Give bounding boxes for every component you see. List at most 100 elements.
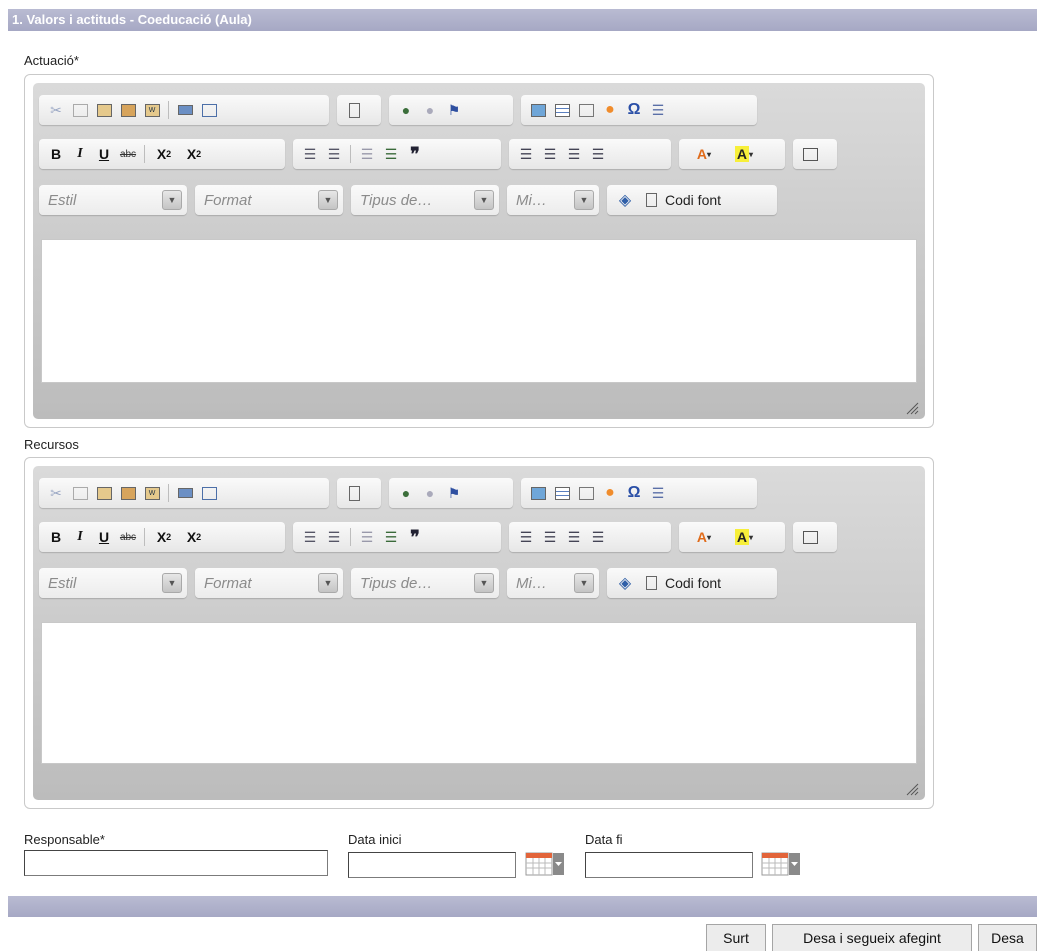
resize-grip-icon[interactable]	[905, 782, 919, 796]
font-combo[interactable]: Tipus de… ▼	[351, 185, 499, 215]
unlink-icon[interactable]: ●	[418, 482, 442, 504]
superscript-icon[interactable]: X2	[179, 143, 209, 165]
background-color-icon[interactable]: A ▾	[724, 526, 764, 548]
bulleted-list-icon[interactable]: ☰	[322, 143, 346, 165]
exit-button[interactable]: Surt	[706, 924, 766, 951]
outdent-icon[interactable]: ☰	[355, 143, 379, 165]
align-center-icon[interactable]: ☰	[538, 526, 562, 548]
indent-icon[interactable]: ☰	[379, 143, 403, 165]
superscript-icon[interactable]: X2	[179, 526, 209, 548]
bold-icon[interactable]: B	[44, 526, 68, 548]
anchor-flag-icon[interactable]: ⚑	[442, 99, 466, 121]
print-icon[interactable]	[173, 99, 197, 121]
smiley-icon[interactable]: ●	[598, 99, 622, 121]
horizontal-rule-icon[interactable]	[574, 99, 598, 121]
recursos-content-area[interactable]	[41, 622, 917, 764]
align-right-icon[interactable]: ☰	[562, 143, 586, 165]
blockquote-icon[interactable]: ❞	[403, 143, 427, 165]
page-break-icon[interactable]: ☰	[646, 482, 670, 504]
chevron-down-icon[interactable]: ▼	[474, 190, 494, 210]
smiley-icon[interactable]: ●	[598, 482, 622, 504]
copy-icon[interactable]	[68, 99, 92, 121]
align-justify-icon[interactable]: ☰	[586, 143, 610, 165]
page-break-icon[interactable]: ☰	[646, 99, 670, 121]
numbered-list-icon[interactable]: ☰	[298, 526, 322, 548]
preview-icon[interactable]	[197, 99, 221, 121]
text-color-icon[interactable]: A ▾	[684, 526, 724, 548]
print-icon[interactable]	[173, 482, 197, 504]
underline-icon[interactable]: U	[92, 143, 116, 165]
templates-icon[interactable]	[342, 99, 366, 121]
maximize-icon[interactable]: ◈	[613, 572, 637, 594]
find-icon[interactable]	[798, 526, 822, 548]
source-button-label[interactable]: Codi font	[665, 192, 721, 208]
templates-icon[interactable]	[342, 482, 366, 504]
data-inici-input[interactable]	[348, 852, 516, 878]
size-combo[interactable]: Mi… ▼	[507, 185, 599, 215]
align-right-icon[interactable]: ☰	[562, 526, 586, 548]
resize-grip-icon[interactable]	[905, 401, 919, 415]
align-center-icon[interactable]: ☰	[538, 143, 562, 165]
outdent-icon[interactable]: ☰	[355, 526, 379, 548]
indent-icon[interactable]: ☰	[379, 526, 403, 548]
align-justify-icon[interactable]: ☰	[586, 526, 610, 548]
chevron-down-icon[interactable]: ▼	[574, 190, 594, 210]
align-left-icon[interactable]: ☰	[514, 143, 538, 165]
link-icon[interactable]: ●	[394, 482, 418, 504]
chevron-down-icon[interactable]: ▼	[162, 190, 182, 210]
source-icon[interactable]	[643, 572, 659, 594]
responsable-input[interactable]	[24, 850, 328, 876]
size-combo[interactable]: Mi… ▼	[507, 568, 599, 598]
horizontal-rule-icon[interactable]	[574, 482, 598, 504]
anchor-flag-icon[interactable]: ⚑	[442, 482, 466, 504]
style-combo[interactable]: Estil ▼	[39, 185, 187, 215]
cut-icon[interactable]: ✂	[44, 482, 68, 504]
find-icon[interactable]	[798, 143, 822, 165]
chevron-down-icon[interactable]: ▼	[574, 573, 594, 593]
italic-icon[interactable]: I	[68, 143, 92, 165]
data-fi-input[interactable]	[585, 852, 753, 878]
text-color-icon[interactable]: A ▾	[684, 143, 724, 165]
save-continue-button[interactable]: Desa i segueix afegint	[772, 924, 972, 951]
actuacio-content-area[interactable]	[41, 239, 917, 383]
paste-word-icon[interactable]: W	[140, 99, 164, 121]
strikethrough-icon[interactable]: abc	[116, 526, 140, 548]
save-button[interactable]: Desa	[978, 924, 1037, 951]
calendar-icon[interactable]	[761, 852, 803, 876]
link-icon[interactable]: ●	[394, 99, 418, 121]
align-left-icon[interactable]: ☰	[514, 526, 538, 548]
bold-icon[interactable]: B	[44, 143, 68, 165]
maximize-icon[interactable]: ◈	[613, 189, 637, 211]
chevron-down-icon[interactable]: ▼	[318, 573, 338, 593]
table-icon[interactable]	[550, 482, 574, 504]
special-char-icon[interactable]: Ω	[622, 99, 646, 121]
paste-icon[interactable]	[92, 99, 116, 121]
style-combo[interactable]: Estil ▼	[39, 568, 187, 598]
format-combo[interactable]: Format ▼	[195, 568, 343, 598]
paste-icon[interactable]	[92, 482, 116, 504]
special-char-icon[interactable]: Ω	[622, 482, 646, 504]
paste-word-icon[interactable]: W	[140, 482, 164, 504]
copy-icon[interactable]	[68, 482, 92, 504]
cut-icon[interactable]: ✂	[44, 99, 68, 121]
format-combo[interactable]: Format ▼	[195, 185, 343, 215]
chevron-down-icon[interactable]: ▼	[162, 573, 182, 593]
italic-icon[interactable]: I	[68, 526, 92, 548]
image-icon[interactable]	[526, 99, 550, 121]
image-icon[interactable]	[526, 482, 550, 504]
paste-text-icon[interactable]	[116, 99, 140, 121]
strikethrough-icon[interactable]: abc	[116, 143, 140, 165]
background-color-icon[interactable]: A ▾	[724, 143, 764, 165]
chevron-down-icon[interactable]: ▼	[318, 190, 338, 210]
subscript-icon[interactable]: X2	[149, 143, 179, 165]
numbered-list-icon[interactable]: ☰	[298, 143, 322, 165]
source-icon[interactable]	[643, 189, 659, 211]
preview-icon[interactable]	[197, 482, 221, 504]
blockquote-icon[interactable]: ❞	[403, 526, 427, 548]
chevron-down-icon[interactable]: ▼	[474, 573, 494, 593]
bulleted-list-icon[interactable]: ☰	[322, 526, 346, 548]
source-button-label[interactable]: Codi font	[665, 575, 721, 591]
underline-icon[interactable]: U	[92, 526, 116, 548]
paste-text-icon[interactable]	[116, 482, 140, 504]
unlink-icon[interactable]: ●	[418, 99, 442, 121]
